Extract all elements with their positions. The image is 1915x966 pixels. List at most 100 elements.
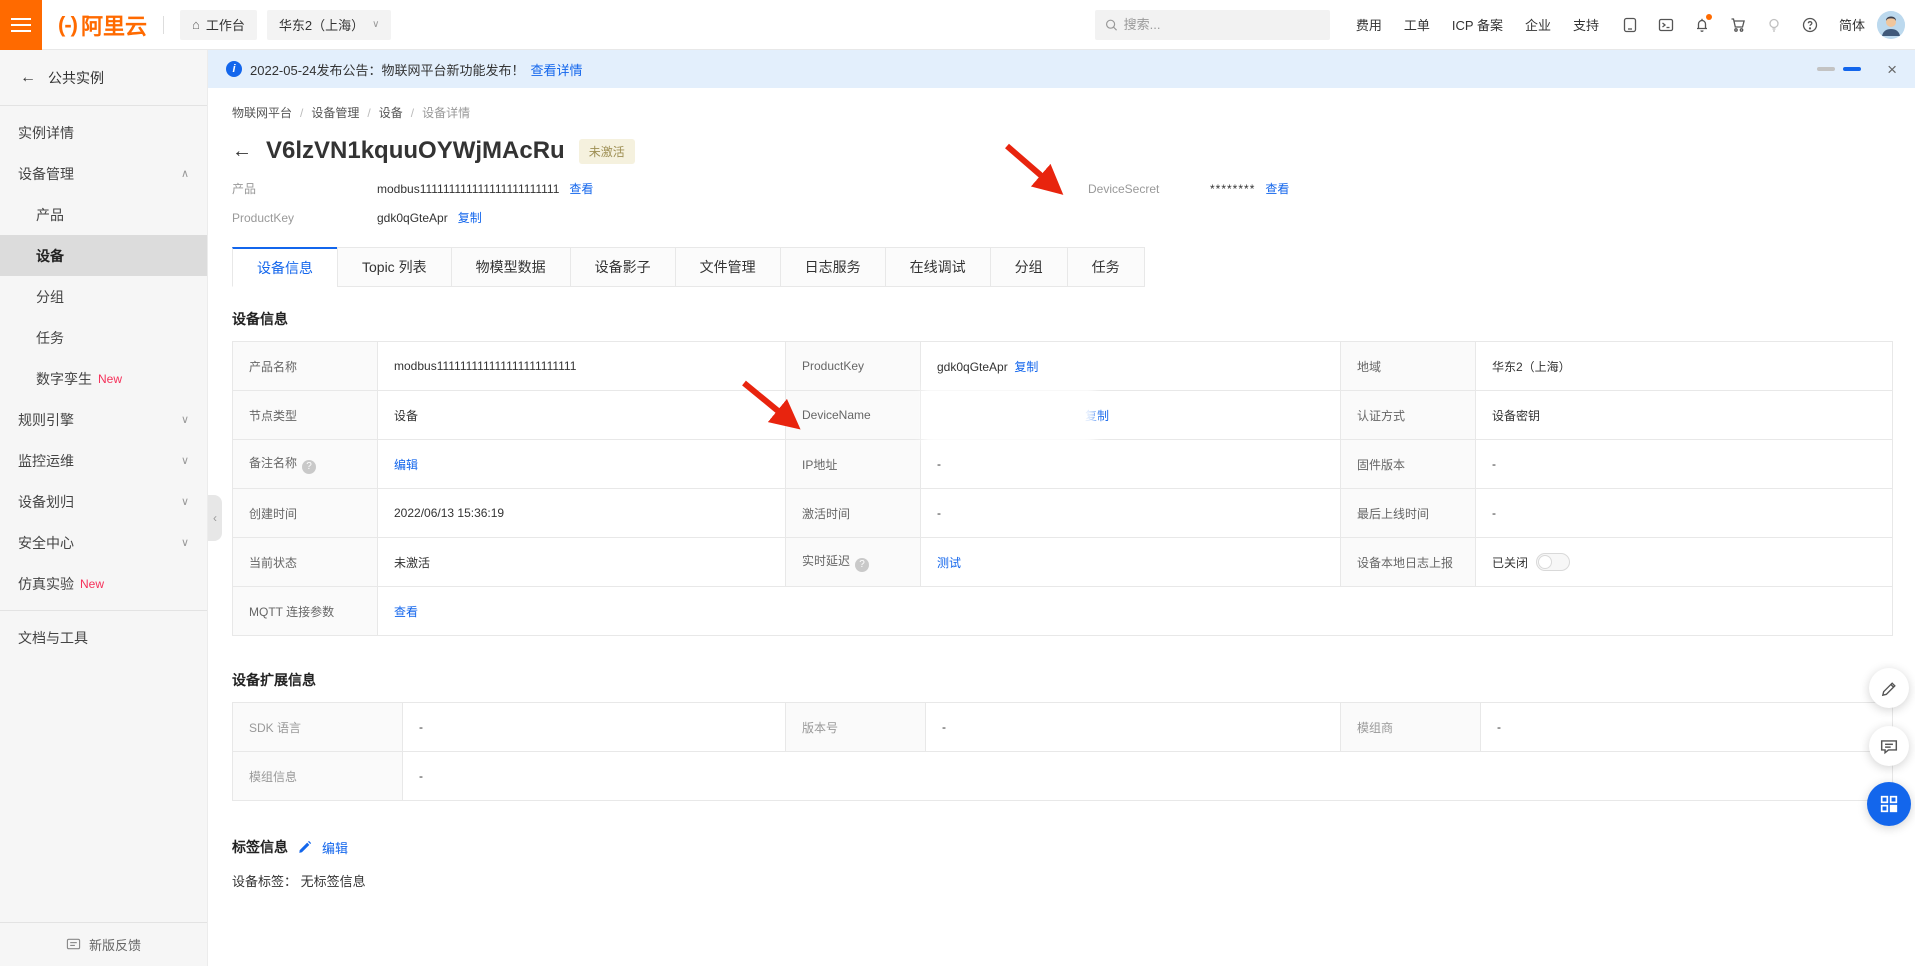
local-log-toggle[interactable]: [1536, 553, 1570, 571]
search-input[interactable]: [1124, 17, 1320, 32]
tab-tasks[interactable]: 任务: [1067, 247, 1145, 287]
tab-bar: 设备信息 Topic 列表 物模型数据 设备影子 文件管理 日志服务 在线调试 …: [232, 247, 1893, 287]
cell-value: 查看: [378, 587, 1893, 636]
aliyun-logo[interactable]: (-) 阿里云: [58, 9, 147, 41]
cell-value: -: [403, 752, 1893, 801]
help-icon[interactable]: ?: [855, 558, 869, 572]
cell-label: MQTT 连接参数: [233, 587, 378, 636]
cell-value: -: [403, 703, 786, 752]
back-arrow-icon[interactable]: ←: [232, 140, 252, 163]
floating-edit-button[interactable]: [1869, 668, 1909, 708]
help-icon[interactable]: ?: [302, 460, 316, 474]
nav-support[interactable]: 支持: [1573, 15, 1599, 34]
carousel-dash-inactive[interactable]: [1817, 67, 1835, 71]
cart-icon[interactable]: [1729, 16, 1747, 34]
cell-label: 实时延迟?: [786, 538, 921, 587]
breadcrumb-iot-platform[interactable]: 物联网平台: [232, 104, 292, 121]
instance-name: 公共实例: [48, 68, 104, 88]
help-icon[interactable]: [1801, 16, 1819, 34]
back-arrow-icon[interactable]: ←: [20, 69, 36, 87]
locale-switch[interactable]: 简体: [1839, 15, 1865, 34]
sidebar-collapse-handle[interactable]: ‹: [208, 495, 222, 541]
tag-edit-link[interactable]: 编辑: [322, 838, 348, 857]
table-row: SDK 语言 - 版本号 - 模组商 -: [233, 703, 1893, 752]
tab-device-shadow[interactable]: 设备影子: [570, 247, 676, 287]
product-view-link[interactable]: 查看: [569, 180, 593, 197]
nav-billing[interactable]: 费用: [1356, 15, 1382, 34]
chevron-down-icon: ∨: [181, 454, 189, 467]
breadcrumb-devices[interactable]: 设备: [379, 104, 403, 121]
notification-bell-icon[interactable]: [1693, 16, 1711, 34]
comment-icon: [1880, 737, 1898, 755]
sidebar-item-instance-detail[interactable]: 实例详情: [0, 112, 207, 153]
cell-value: 2022/06/13 15:36:19: [378, 489, 786, 538]
sidebar-item-digital-twin[interactable]: 数字孪生 New: [0, 358, 207, 399]
sidebar-item-monitoring[interactable]: 监控运维 ∨: [0, 440, 207, 481]
chevron-up-icon: ∧: [181, 167, 189, 180]
cell-value: 设备: [378, 391, 786, 440]
breadcrumb-device-management[interactable]: 设备管理: [311, 104, 359, 121]
logo-bracket-icon: (-): [58, 12, 77, 38]
cell-label: 节点类型: [233, 391, 378, 440]
sidebar-item-device-management[interactable]: 设备管理 ∧: [0, 153, 207, 194]
nav-enterprise[interactable]: 企业: [1525, 15, 1551, 34]
tab-online-debug[interactable]: 在线调试: [885, 247, 991, 287]
tab-tsl-data[interactable]: 物模型数据: [451, 247, 571, 287]
extended-info-section-title: 设备扩展信息: [232, 670, 1893, 690]
tab-file-management[interactable]: 文件管理: [675, 247, 781, 287]
sidebar-item-devices[interactable]: 设备: [0, 235, 207, 276]
workspace-button[interactable]: ⌂ 工作台: [180, 10, 257, 40]
floating-apps-button[interactable]: [1867, 782, 1911, 826]
app-icon[interactable]: [1621, 16, 1639, 34]
remark-edit-link[interactable]: 编辑: [394, 458, 418, 472]
chevron-down-icon: ∨: [181, 413, 189, 426]
header-nav: 费用 工单 ICP 备案 企业 支持: [1356, 15, 1599, 34]
productkey-copy-link[interactable]: 复制: [1014, 360, 1038, 374]
cell-value: modbus111111111111111111111111: [378, 342, 786, 391]
tab-topic-list[interactable]: Topic 列表: [337, 247, 452, 287]
cell-value: gdk0qGteApr 复制: [921, 342, 1341, 391]
hamburger-menu-icon[interactable]: [0, 0, 42, 50]
sidebar-item-products[interactable]: 产品: [0, 194, 207, 235]
sidebar-item-rules-engine[interactable]: 规则引擎 ∨: [0, 399, 207, 440]
pencil-icon[interactable]: [298, 840, 312, 854]
cell-value: 编辑: [378, 440, 786, 489]
device-info-table: 产品名称 modbus111111111111111111111111 Prod…: [232, 341, 1893, 636]
feedback-button[interactable]: 新版反馈: [0, 922, 207, 966]
terminal-icon[interactable]: [1657, 16, 1675, 34]
cell-label: 激活时间: [786, 489, 921, 538]
table-row: 当前状态 未激活 实时延迟? 测试 设备本地日志上报 已关闭: [233, 538, 1893, 587]
nav-icp[interactable]: ICP 备案: [1452, 15, 1503, 34]
devicesecret-view-link[interactable]: 查看: [1265, 180, 1289, 197]
user-avatar[interactable]: [1877, 11, 1905, 39]
announcement-link[interactable]: 查看详情: [531, 60, 583, 79]
new-badge: New: [80, 577, 104, 591]
cell-label: 固件版本: [1341, 440, 1476, 489]
sidebar-item-simulation[interactable]: 仿真实验 New: [0, 563, 207, 604]
tab-device-info[interactable]: 设备信息: [232, 247, 338, 287]
lightbulb-icon[interactable]: [1765, 16, 1783, 34]
main-content: 物联网平台/ 设备管理/ 设备/ 设备详情 ← V6lzVN1kquuOYWjM…: [208, 88, 1915, 966]
sidebar-item-tasks[interactable]: 任务: [0, 317, 207, 358]
carousel-dash-active[interactable]: [1843, 67, 1861, 71]
chevron-down-icon: ∨: [181, 495, 189, 508]
nav-ticket[interactable]: 工单: [1404, 15, 1430, 34]
mqtt-params-view-link[interactable]: 查看: [394, 605, 418, 619]
info-icon: i: [226, 61, 242, 77]
sidebar-item-docs-tools[interactable]: 文档与工具: [0, 617, 207, 658]
table-row: 备注名称? 编辑 IP地址 - 固件版本 -: [233, 440, 1893, 489]
pencil-icon: [1881, 680, 1898, 697]
sidebar-item-device-assignment[interactable]: 设备划归 ∨: [0, 481, 207, 522]
tab-log-service[interactable]: 日志服务: [780, 247, 886, 287]
floating-feedback-button[interactable]: [1869, 726, 1909, 766]
latency-test-link[interactable]: 测试: [937, 556, 961, 570]
sidebar-item-groups[interactable]: 分组: [0, 276, 207, 317]
tag-label: 设备标签：: [232, 874, 297, 889]
close-icon[interactable]: ×: [1887, 61, 1897, 78]
productkey-copy-link[interactable]: 复制: [458, 209, 482, 226]
tab-groups[interactable]: 分组: [990, 247, 1068, 287]
cell-label: 认证方式: [1341, 391, 1476, 440]
region-selector[interactable]: 华东2（上海） ∨: [267, 10, 392, 40]
sidebar-item-security-center[interactable]: 安全中心 ∨: [0, 522, 207, 563]
global-search[interactable]: [1095, 10, 1330, 40]
